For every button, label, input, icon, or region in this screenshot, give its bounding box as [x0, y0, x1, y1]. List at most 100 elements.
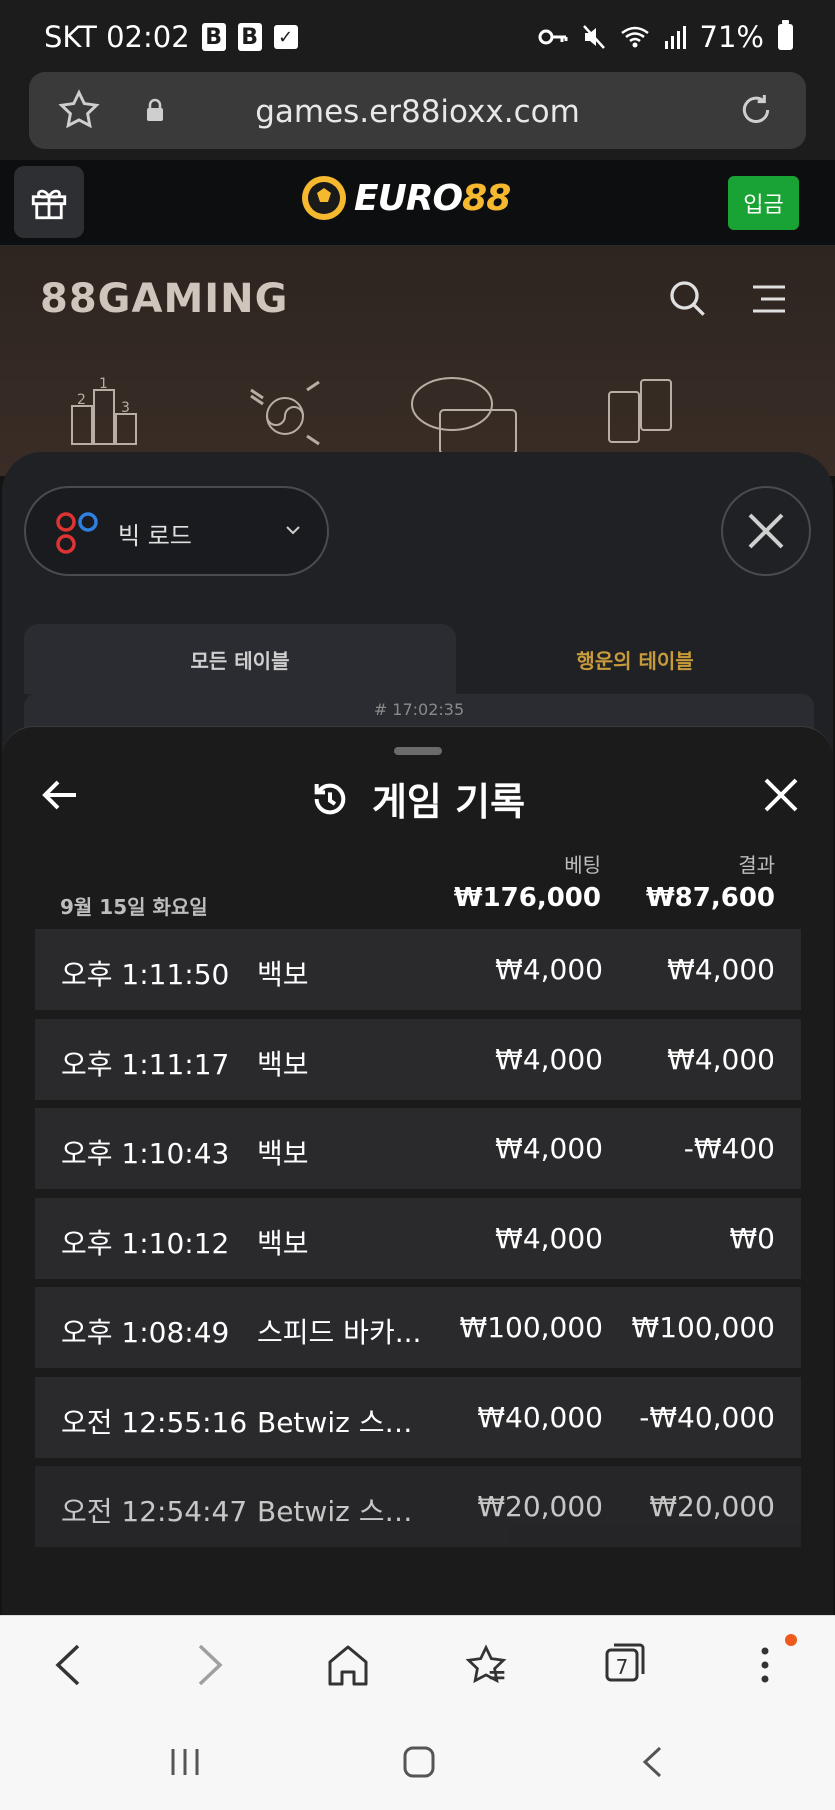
row-bet: ₩40,000	[477, 1400, 603, 1434]
tabs-button[interactable]: 7	[604, 1642, 646, 1684]
row-result: ₩4,000	[667, 953, 775, 986]
browser-forward-icon[interactable]	[192, 1642, 228, 1688]
carrier-time: SKT 02:02	[44, 20, 190, 54]
notification-dot	[785, 1634, 797, 1646]
history-row[interactable]: 오후 1:11:50 백보 ₩4,000 ₩4,000	[35, 929, 801, 1010]
history-icon	[314, 783, 346, 814]
row-result: ₩100,000	[631, 1311, 775, 1344]
deposit-button[interactable]: 입금	[728, 176, 799, 230]
row-time: 오후 1:10:43	[61, 1137, 230, 1170]
logo-text-88: 88	[462, 177, 511, 219]
column-header-result: 결과	[738, 853, 775, 877]
panel-close-button[interactable]	[721, 486, 811, 576]
svg-text:1: 1	[99, 376, 108, 392]
battery-icon	[778, 20, 793, 50]
history-row[interactable]: 오후 1:10:43 백보 ₩4,000 -₩400	[35, 1108, 801, 1189]
game-history-sheet: 게임 기록 베팅 결과 9월 15일 화요일 ₩176,000 ₩87,600 …	[2, 726, 833, 1615]
korea-flag-icon[interactable]	[245, 376, 325, 446]
tab-all-tables[interactable]: 모든 테이블	[24, 624, 456, 694]
row-game: 백보	[257, 958, 309, 991]
history-row[interactable]: 오후 1:08:49 스피드 바카... ₩100,000 ₩100,000	[35, 1287, 801, 1368]
status-bar: SKT 02:02 B B ✓ 71%	[0, 0, 835, 72]
row-bet: ₩20,000	[477, 1490, 603, 1523]
recent-apps-icon[interactable]	[168, 1745, 202, 1779]
history-row[interactable]: 오전 12:55:16 Betwiz 스피... ₩40,000 -₩40,00…	[35, 1376, 801, 1458]
wifi-icon	[620, 26, 649, 48]
total-result: ₩87,600	[645, 883, 775, 913]
signal-icon	[664, 26, 686, 49]
app-badge-icon: B	[237, 23, 262, 51]
search-icon[interactable]	[667, 278, 707, 318]
row-time: 오전 12:55:16	[61, 1405, 248, 1439]
more-menu-icon[interactable]	[758, 1642, 772, 1688]
url-text: games.er88ioxx.com	[255, 94, 580, 130]
chevron-down-icon	[286, 526, 300, 535]
svg-text:3: 3	[121, 400, 130, 416]
svg-text:2: 2	[77, 392, 86, 408]
row-bet: ₩100,000	[459, 1311, 603, 1344]
row-result: ₩20,000	[649, 1490, 775, 1523]
row-result: ₩0	[729, 1221, 776, 1255]
system-nav-bar	[0, 1715, 835, 1810]
road-panel: 빅 로드 모든 테이블 행운의 테이블 # 17:02:35	[2, 452, 833, 752]
row-game: 백보	[257, 1226, 309, 1260]
reload-icon[interactable]	[736, 90, 776, 130]
history-list: 오후 1:11:50 백보 ₩4,000 ₩4,000 오후 1:11:17 백…	[35, 929, 801, 1556]
game-lobby: 88GAMING 12 3	[0, 246, 835, 476]
menu-icon[interactable]	[751, 284, 787, 314]
euro88-logo[interactable]: EURO88	[300, 174, 511, 222]
row-game: 스피드 바카...	[257, 1316, 422, 1349]
close-icon	[748, 513, 784, 549]
app-badge-icon: B	[201, 23, 226, 51]
row-result: -₩400	[683, 1132, 775, 1165]
total-bet: ₩176,000	[453, 883, 601, 913]
gift-icon	[31, 189, 67, 220]
gift-button[interactable]	[14, 166, 84, 238]
history-row[interactable]: 오후 1:10:12 백보 ₩4,000 ₩0	[35, 1197, 801, 1279]
site-header: EURO88 입금	[0, 160, 835, 246]
88gaming-logo[interactable]: 88GAMING	[40, 276, 288, 322]
row-game: Betwiz 스피...	[257, 1405, 429, 1439]
table-timestamp: # 17:02:35	[24, 694, 814, 730]
checkbox-notification-icon: ✓	[273, 25, 298, 49]
close-icon[interactable]	[763, 777, 799, 813]
sheet-title-text: 게임 기록	[371, 780, 526, 824]
row-time: 오전 12:54:47	[61, 1495, 248, 1528]
road-select-label: 빅 로드	[118, 522, 192, 550]
browser-bottom-bar: 7	[0, 1615, 835, 1715]
logo-text-euro: EURO	[354, 177, 463, 219]
column-header-bet: 베팅	[564, 853, 601, 877]
mute-icon	[582, 25, 605, 49]
baccarat-icon[interactable]	[410, 376, 520, 456]
bookmarks-icon[interactable]	[464, 1642, 508, 1688]
row-bet: ₩4,000	[495, 1221, 603, 1255]
history-row[interactable]: 오전 12:54:47 Betwiz 스피... ₩20,000 ₩20,000	[35, 1466, 801, 1547]
back-nav-icon[interactable]	[638, 1745, 668, 1779]
sheet-drag-handle[interactable]	[394, 747, 442, 755]
history-row[interactable]: 오후 1:11:17 백보 ₩4,000 ₩4,000	[35, 1018, 801, 1100]
tab-lucky-tables[interactable]: 행운의 테이블	[456, 624, 814, 694]
browser-toolbar: games.er88ioxx.com	[0, 72, 835, 160]
row-result: -₩40,000	[639, 1400, 775, 1434]
day-label: 9월 15일 화요일	[60, 895, 208, 919]
battery-percent: 71%	[699, 20, 764, 54]
row-time: 오후 1:11:17	[61, 1047, 230, 1081]
row-time: 오후 1:10:12	[61, 1226, 230, 1260]
leaderboard-icon[interactable]: 12 3	[70, 376, 140, 446]
row-game: Betwiz 스피...	[257, 1495, 429, 1528]
road-type-dropdown[interactable]: 빅 로드	[24, 486, 329, 576]
tab-count: 7	[615, 1655, 629, 1679]
row-bet: ₩4,000	[495, 953, 603, 986]
home-icon[interactable]	[326, 1642, 370, 1688]
row-result: ₩4,000	[667, 1042, 775, 1076]
row-bet: ₩4,000	[495, 1042, 603, 1076]
row-time: 오후 1:11:50	[61, 958, 230, 991]
browser-back-icon[interactable]	[50, 1642, 86, 1688]
row-bet: ₩4,000	[495, 1132, 603, 1165]
blackjack-icon[interactable]	[605, 376, 685, 446]
row-game: 백보	[257, 1137, 309, 1170]
soccer-ball-icon	[302, 176, 346, 220]
address-bar[interactable]: games.er88ioxx.com	[29, 72, 806, 149]
row-time: 오후 1:08:49	[61, 1316, 230, 1349]
home-nav-icon[interactable]	[402, 1745, 436, 1779]
